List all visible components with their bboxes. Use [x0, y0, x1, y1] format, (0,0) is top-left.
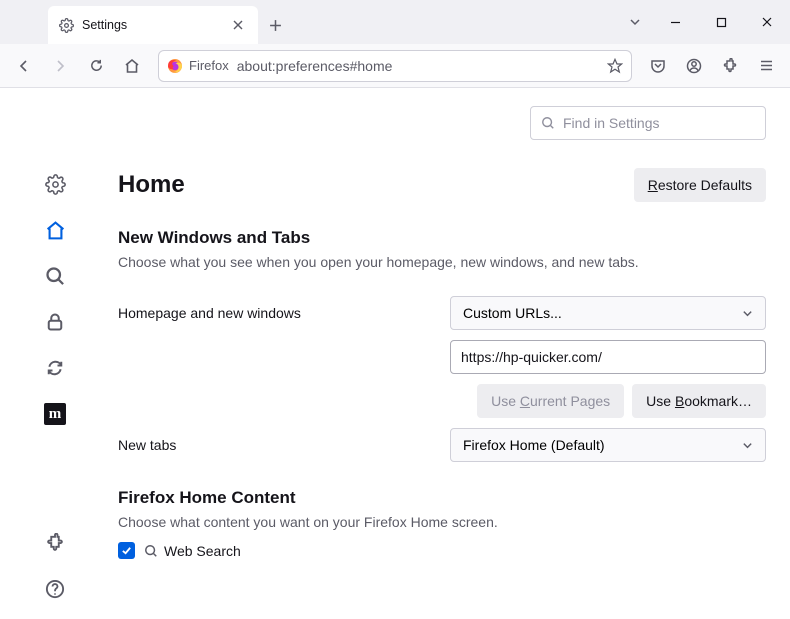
use-bookmark-button[interactable]: Use Bookmark… — [632, 384, 766, 418]
identity-box[interactable]: Firefox — [167, 58, 229, 74]
home-button[interactable] — [116, 50, 148, 82]
app-menu-button[interactable] — [750, 50, 782, 82]
select-value: Firefox Home (Default) — [463, 437, 605, 453]
search-icon — [144, 544, 158, 558]
use-current-pages-button[interactable]: Use Current Pages — [477, 384, 624, 418]
firefox-logo-icon — [167, 58, 183, 74]
newtabs-select[interactable]: Firefox Home (Default) — [450, 428, 766, 462]
window-controls — [652, 0, 790, 44]
category-home[interactable] — [35, 210, 75, 250]
forward-button[interactable] — [44, 50, 76, 82]
page-title: Home — [118, 171, 185, 199]
newtabs-label: New tabs — [118, 437, 438, 453]
tab-settings[interactable]: Settings — [48, 6, 258, 44]
minimize-button[interactable] — [652, 0, 698, 44]
websearch-checkbox[interactable] — [118, 542, 135, 559]
gear-icon — [58, 17, 74, 33]
homepage-url-input[interactable] — [450, 340, 766, 374]
section-heading-fxhome-content: Firefox Home Content — [118, 488, 766, 508]
new-tab-button[interactable] — [258, 6, 292, 44]
websearch-label[interactable]: Web Search — [144, 543, 241, 559]
chevron-down-icon — [742, 308, 753, 319]
category-sync[interactable] — [35, 348, 75, 388]
category-extensions[interactable] — [35, 523, 75, 563]
category-support[interactable] — [35, 569, 75, 609]
bookmark-star-icon[interactable] — [607, 58, 623, 74]
titlebar: Settings — [0, 0, 790, 44]
category-more-mozilla[interactable]: m — [35, 394, 75, 434]
chevron-down-icon — [742, 440, 753, 451]
section-desc: Choose what content you want on your Fir… — [118, 514, 766, 530]
main-pane: Home Restore Defaults New Windows and Ta… — [110, 88, 790, 619]
close-tab-icon[interactable] — [228, 15, 248, 35]
homepage-label: Homepage and new windows — [118, 305, 438, 321]
list-all-tabs-button[interactable] — [618, 0, 652, 44]
tab-label: Settings — [82, 18, 220, 32]
category-privacy[interactable] — [35, 302, 75, 342]
section-heading-new-windows: New Windows and Tabs — [118, 228, 766, 248]
mozilla-icon: m — [44, 403, 66, 425]
select-value: Custom URLs... — [463, 305, 562, 321]
pocket-button[interactable] — [642, 50, 674, 82]
url-text: about:preferences#home — [237, 58, 599, 74]
search-icon — [541, 116, 555, 130]
account-button[interactable] — [678, 50, 710, 82]
category-search[interactable] — [35, 256, 75, 296]
maximize-button[interactable] — [698, 0, 744, 44]
url-bar[interactable]: Firefox about:preferences#home — [158, 50, 632, 82]
section-desc: Choose what you see when you open your h… — [118, 254, 766, 270]
category-sidebar: m — [0, 88, 110, 619]
back-button[interactable] — [8, 50, 40, 82]
category-general[interactable] — [35, 164, 75, 204]
identity-label: Firefox — [189, 58, 229, 73]
navigation-toolbar: Firefox about:preferences#home — [0, 44, 790, 88]
reload-button[interactable] — [80, 50, 112, 82]
preferences-content: m Home Restore Defaults New Windows and … — [0, 88, 790, 619]
settings-search-input[interactable] — [563, 115, 755, 131]
settings-search-box[interactable] — [530, 106, 766, 140]
homepage-mode-select[interactable]: Custom URLs... — [450, 296, 766, 330]
extensions-button[interactable] — [714, 50, 746, 82]
close-window-button[interactable] — [744, 0, 790, 44]
restore-defaults-button[interactable]: Restore Defaults — [634, 168, 766, 202]
